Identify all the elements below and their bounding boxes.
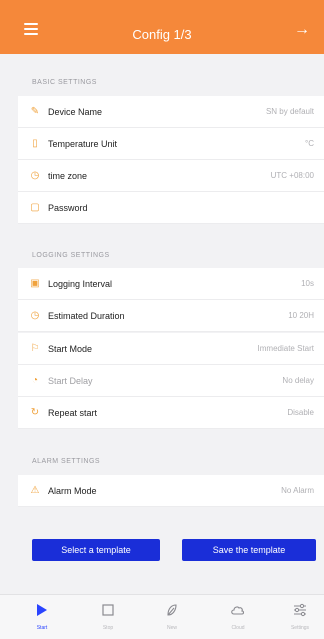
arrow-right-icon[interactable]: →: [294, 22, 310, 38]
row-start-delay[interactable]: ◔ Start Delay No delay: [18, 365, 324, 397]
row-time-zone[interactable]: ◷ time zone UTC +08:00: [18, 160, 324, 192]
section-logging-settings: LOGGING SETTINGS: [32, 252, 110, 259]
row-label: Device Name: [48, 106, 103, 117]
row-label: Start Delay: [48, 375, 93, 386]
row-value: 10 20H: [288, 311, 314, 320]
row-value: Disable: [287, 408, 314, 417]
interval-icon: ▣: [30, 278, 40, 289]
row-temperature-unit[interactable]: ▯ Temperature Unit °C: [18, 128, 324, 160]
row-logging-interval[interactable]: ▣ Logging Interval 10s: [18, 268, 324, 300]
row-value: °C: [305, 139, 314, 148]
tab-bar: Start Stop New Cloud Settings: [0, 594, 324, 639]
row-device-name[interactable]: ✎ Device Name SN by default: [18, 96, 324, 128]
row-label: Start Mode: [48, 343, 93, 354]
row-label: Password: [48, 202, 88, 213]
thermometer-icon: ▯: [32, 138, 38, 149]
start-mode-icon: ⚐: [30, 343, 40, 354]
row-alarm-mode[interactable]: ⚠ Alarm Mode No Alarm: [18, 475, 324, 507]
row-value: No delay: [282, 376, 314, 385]
clock-icon: ◷: [30, 310, 40, 321]
row-password[interactable]: ▢ Password: [18, 192, 324, 224]
play-icon: [22, 601, 62, 619]
section-basic-settings: BASIC SETTINGS: [32, 79, 97, 86]
stop-icon: [88, 601, 128, 619]
leaf-icon: [152, 601, 192, 619]
tab-start[interactable]: Start: [22, 601, 62, 631]
alarm-icon: ⚠: [30, 485, 40, 496]
row-label: Estimated Duration: [48, 310, 125, 321]
row-label: Repeat start: [48, 407, 98, 418]
row-estimated-duration[interactable]: ◷ Estimated Duration 10 20H: [18, 300, 324, 332]
clock-icon: ◷: [30, 170, 40, 181]
row-label: Temperature Unit: [48, 138, 118, 149]
row-value: Immediate Start: [257, 344, 314, 353]
row-repeat-start[interactable]: ↻ Repeat start Disable: [18, 397, 324, 429]
section-alarm-settings: ALARM SETTINGS: [32, 458, 101, 465]
cloud-icon: [218, 601, 258, 619]
tab-new[interactable]: New: [152, 601, 192, 631]
device-icon: ✎: [30, 106, 40, 117]
row-value: No Alarm: [281, 486, 314, 495]
sliders-icon: [280, 601, 320, 619]
row-label: Logging Interval: [48, 278, 113, 289]
row-value: 10s: [301, 279, 314, 288]
row-value: UTC +08:00: [270, 171, 314, 180]
row-start-mode[interactable]: ⚐ Start Mode Immediate Start: [18, 333, 324, 365]
row-label: Alarm Mode: [48, 485, 97, 496]
row-label: time zone: [48, 170, 88, 181]
select-template-button[interactable]: Select a template: [32, 539, 160, 561]
page-title: Config 1/3: [132, 27, 192, 42]
timer-icon: ◔: [31, 375, 39, 386]
tab-stop[interactable]: Stop: [88, 601, 128, 631]
tab-cloud[interactable]: Cloud: [218, 601, 258, 631]
save-template-button[interactable]: Save the template: [182, 539, 316, 561]
top-bar: Config 1/3 →: [0, 0, 324, 54]
row-value: SN by default: [265, 107, 314, 116]
repeat-icon: ↻: [30, 407, 40, 418]
lock-icon: ▢: [30, 202, 40, 213]
tab-settings[interactable]: Settings: [280, 601, 320, 631]
